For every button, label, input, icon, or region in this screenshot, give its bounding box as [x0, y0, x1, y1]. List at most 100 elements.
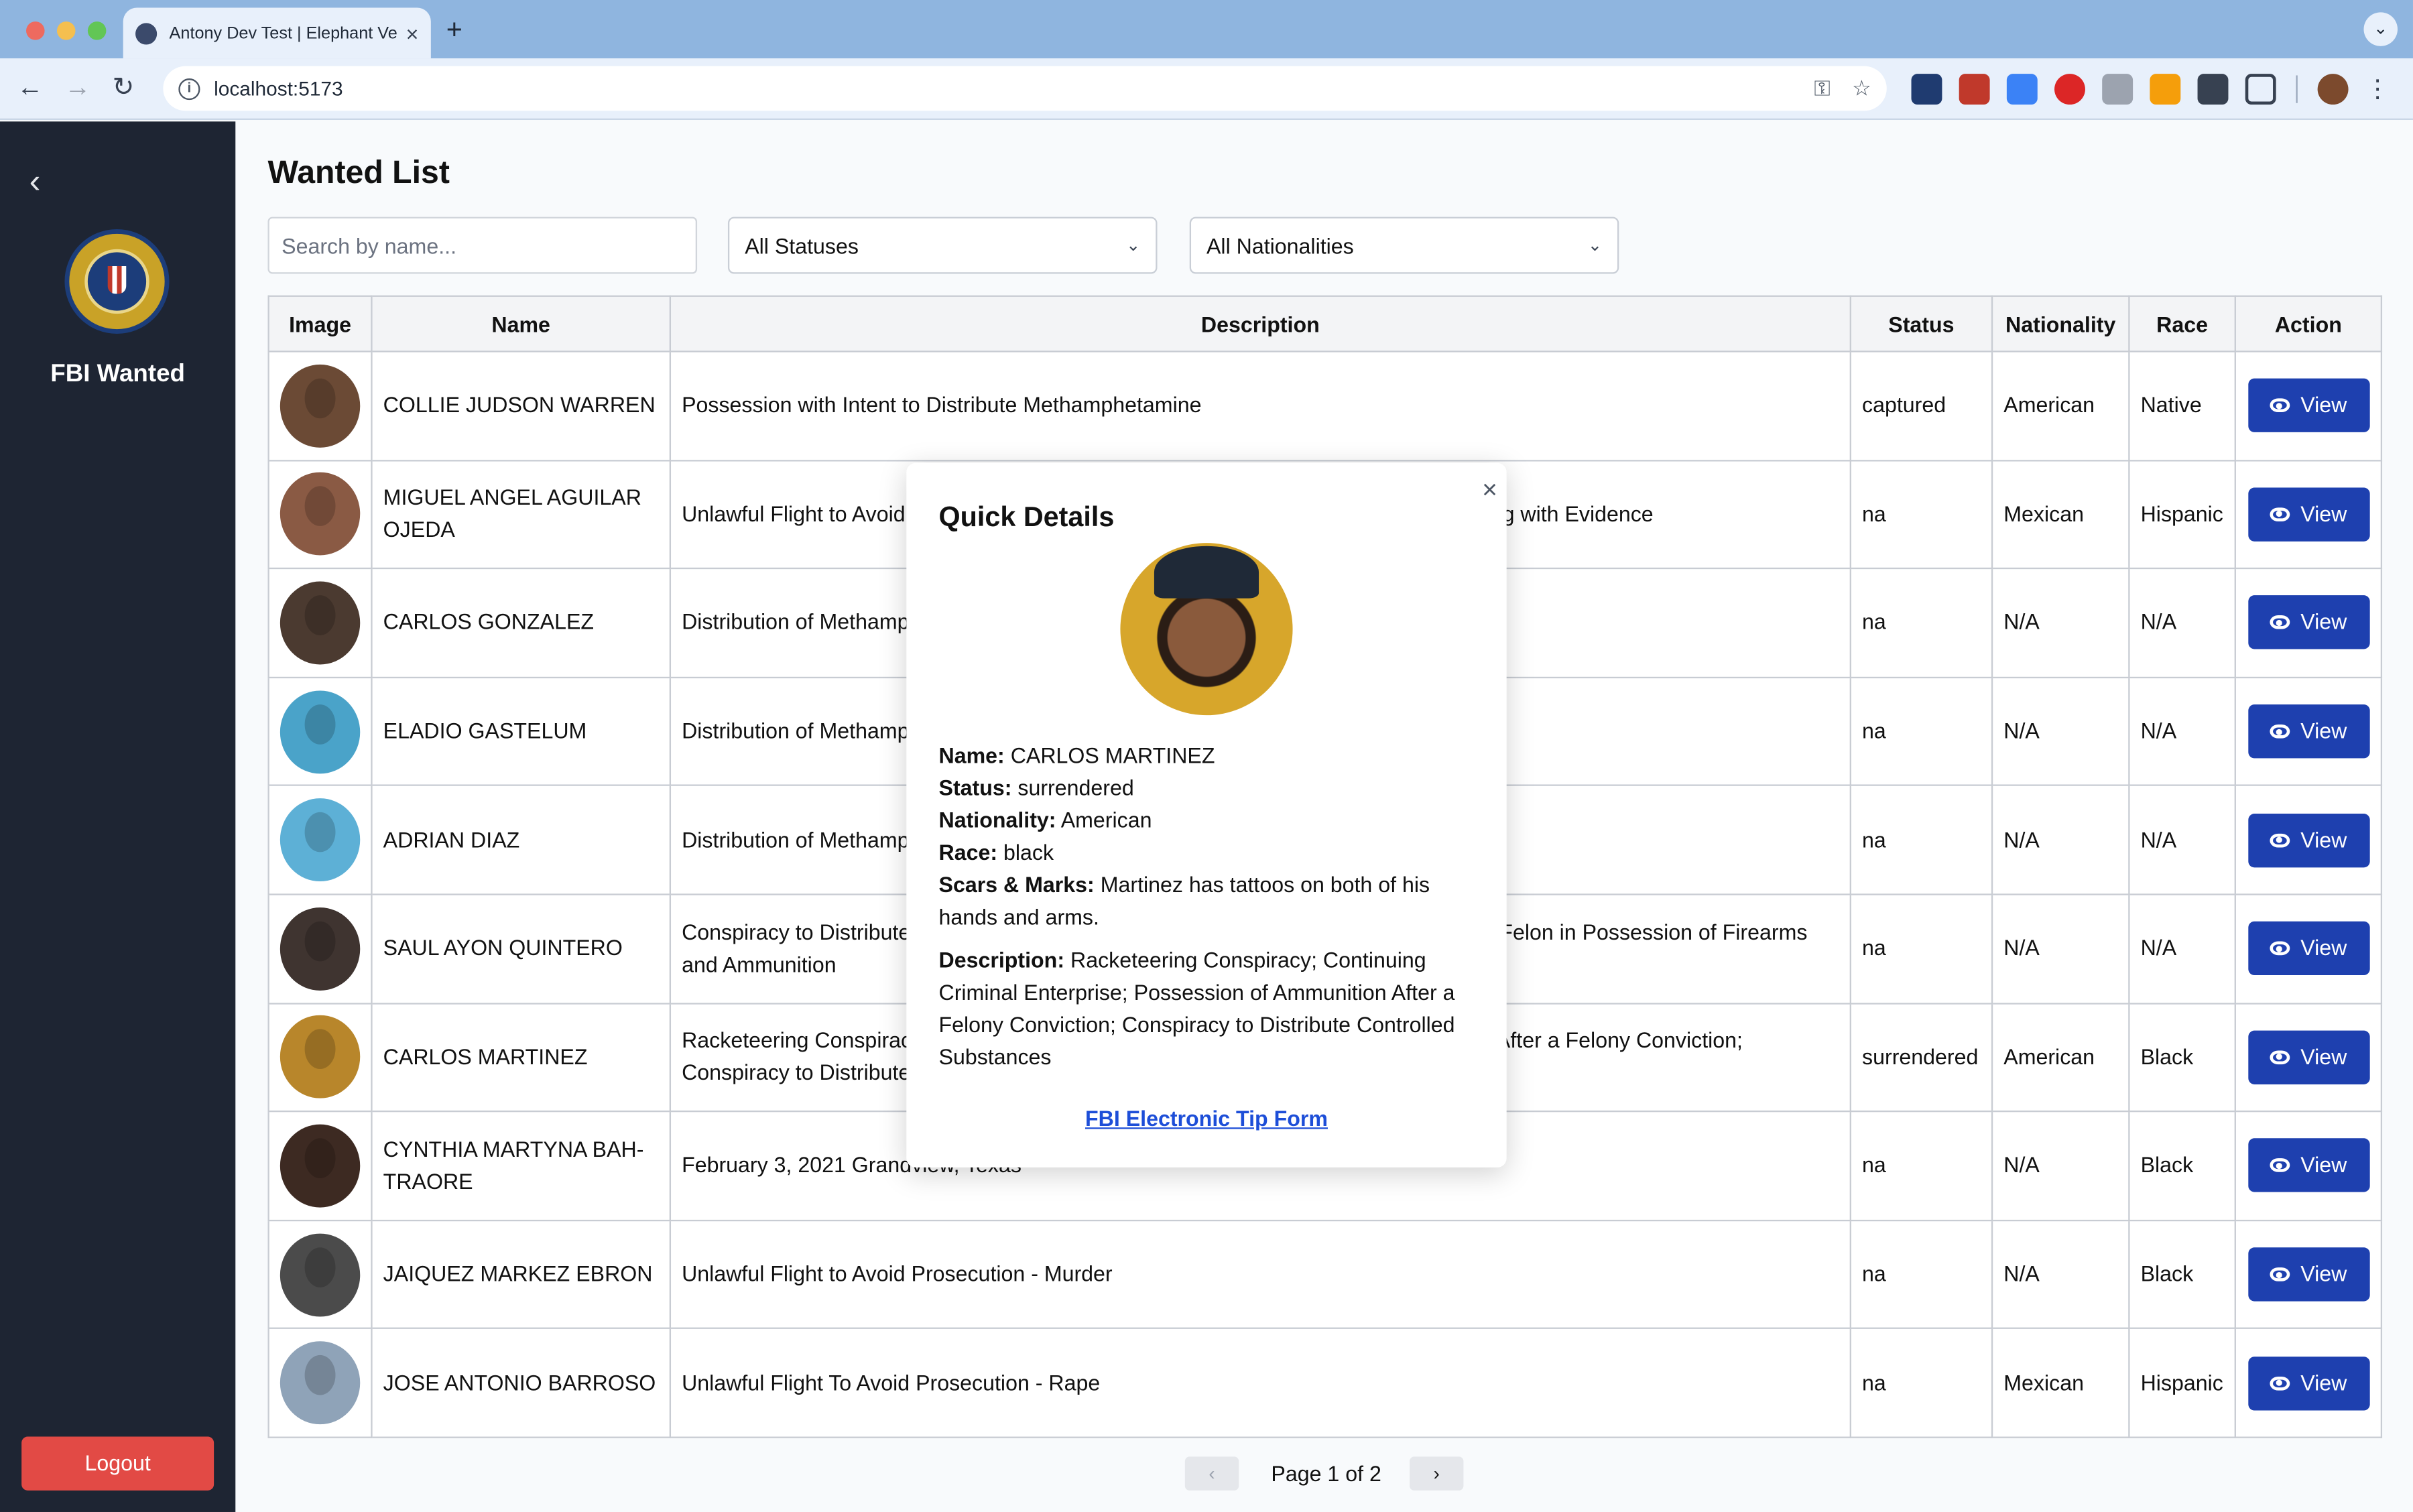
image-cell [267, 351, 373, 461]
tip-form-link[interactable]: FBI Electronic Tip Form [906, 1106, 1506, 1131]
extension-7-icon[interactable] [2197, 74, 2229, 105]
close-icon[interactable]: × [1482, 475, 1497, 506]
prev-page-button[interactable]: ‹ [1184, 1456, 1239, 1491]
page-title: Wanted List [267, 155, 450, 191]
status-cell: na [1849, 1111, 1993, 1221]
table-header-row: Image Name Description Status Nationalit… [267, 295, 2383, 353]
detail-status: Status: surrendered [938, 775, 1134, 800]
password-key-icon[interactable]: ⚿ [1814, 75, 1830, 101]
header-status: Status [1849, 295, 1993, 353]
extension-6-icon[interactable] [2150, 74, 2181, 105]
status-cell: captured [1849, 351, 1993, 461]
eye-icon [2270, 1050, 2290, 1064]
action-cell: View [2234, 1328, 2383, 1438]
race-cell: Hispanic [2128, 459, 2236, 570]
detail-nationality: Nationality: American [938, 807, 1152, 832]
extension-5-icon[interactable] [2102, 74, 2133, 105]
browser-tab-bar: Antony Dev Test | Elephant Ve × + ⌄ [0, 0, 2413, 59]
view-button[interactable]: View [2247, 1247, 2369, 1302]
view-button[interactable]: View [2247, 704, 2369, 759]
tab-title: Antony Dev Test | Elephant Ve [169, 23, 397, 43]
view-button[interactable]: View [2247, 379, 2369, 433]
race-cell: Hispanic [2128, 1328, 2236, 1438]
window-zoom-dot[interactable] [87, 21, 107, 40]
race-cell: Black [2128, 1111, 2236, 1221]
header-name: Name [371, 295, 672, 353]
extension-1-icon[interactable] [1911, 74, 1942, 105]
view-button[interactable]: View [2247, 1030, 2369, 1084]
image-cell [267, 676, 373, 787]
forward-arrow-icon[interactable]: → [64, 72, 90, 103]
image-cell [267, 1219, 373, 1330]
tab-search-icon[interactable]: ⌄ [2363, 12, 2398, 46]
collapse-back-icon[interactable]: ‹ [29, 162, 41, 202]
page-indicator: Page 1 of 2 [1271, 1461, 1381, 1486]
logout-button[interactable]: Logout [21, 1436, 214, 1491]
status-cell: na [1849, 893, 1993, 1004]
race-cell: N/A [2128, 676, 2236, 787]
nationality-cell: N/A [1991, 785, 2130, 895]
bookmark-star-icon[interactable]: ☆ [1852, 75, 1871, 101]
quick-details-modal: × Quick Details Name: CARLOS MARTINEZ St… [906, 462, 1507, 1168]
nationality-cell: N/A [1991, 676, 2130, 787]
race-cell: N/A [2128, 893, 2236, 1004]
extension-4-icon[interactable] [2054, 74, 2085, 105]
name-cell: CYNTHIA MARTYNA BAH-TRAORE [371, 1111, 672, 1221]
name-cell: CARLOS MARTINEZ [371, 1002, 672, 1113]
address-bar[interactable]: i localhost:5173 ⚿ ☆ [163, 66, 1887, 111]
action-cell: View [2234, 1002, 2383, 1113]
image-cell [267, 568, 373, 678]
browser-menu-icon[interactable]: ⋮ [2365, 74, 2390, 105]
reload-icon[interactable]: ↻ [113, 72, 135, 103]
status-filter-select[interactable]: All Statuses ⌄ [727, 216, 1158, 274]
status-cell: na [1849, 676, 1993, 787]
nationality-cell: N/A [1991, 1219, 2130, 1330]
detail-name: Name: CARLOS MARTINEZ [938, 743, 1215, 768]
window-minimize-dot[interactable] [56, 21, 76, 40]
race-cell: Black [2128, 1002, 2236, 1113]
action-cell: View [2234, 459, 2383, 570]
profile-avatar-icon[interactable] [2317, 74, 2349, 105]
suspect-photo [280, 798, 361, 882]
url-text[interactable]: localhost:5173 [214, 77, 1792, 100]
view-button[interactable]: View [2247, 596, 2369, 650]
view-button[interactable]: View [2247, 922, 2369, 976]
description-cell: Unlawful Flight to Avoid Prosecution - M… [669, 1219, 1851, 1330]
view-button[interactable]: View [2247, 1356, 2369, 1410]
view-button[interactable]: View [2247, 487, 2369, 542]
view-button[interactable]: View [2247, 813, 2369, 867]
new-tab-icon[interactable]: + [446, 14, 462, 46]
suspect-photo [280, 690, 361, 773]
extension-3-icon[interactable] [2006, 74, 2038, 105]
view-label: View [2300, 935, 2347, 960]
view-label: View [2300, 501, 2347, 526]
screen: Antony Dev Test | Elephant Ve × + ⌄ ← → … [0, 0, 2413, 1512]
suspect-photo [280, 1341, 361, 1425]
site-info-icon[interactable]: i [178, 77, 200, 100]
image-cell [267, 459, 373, 570]
name-cell: ADRIAN DIAZ [371, 785, 672, 895]
window-close-dot[interactable] [26, 21, 45, 40]
sidebar: ‹ FBI Wanted Logout [0, 121, 236, 1512]
search-input[interactable] [267, 216, 698, 274]
view-button[interactable]: View [2247, 1139, 2369, 1193]
action-cell: View [2234, 568, 2383, 678]
table-row: COLLIE JUDSON WARREN Possession with Inte… [267, 351, 2383, 461]
tab-close-icon[interactable]: × [406, 21, 419, 46]
name-cell: JAIQUEZ MARKEZ EBRON [371, 1219, 672, 1330]
next-page-button[interactable]: › [1410, 1456, 1464, 1491]
suspect-photo [280, 1124, 361, 1208]
extension-2-icon[interactable] [1959, 74, 1990, 105]
eye-icon [2270, 942, 2290, 956]
extensions-puzzle-icon[interactable] [2245, 74, 2276, 105]
image-cell [267, 1111, 373, 1221]
back-arrow-icon[interactable]: ← [17, 72, 43, 103]
favicon-icon [135, 22, 158, 44]
browser-tab[interactable]: Antony Dev Test | Elephant Ve × [123, 7, 431, 59]
modal-title: Quick Details [938, 501, 1115, 533]
status-cell: na [1849, 785, 1993, 895]
status-cell: na [1849, 568, 1993, 678]
nationality-filter-select[interactable]: All Nationalities ⌄ [1189, 216, 1619, 274]
chevron-down-icon: ⌄ [1126, 237, 1141, 255]
view-label: View [2300, 1261, 2347, 1286]
